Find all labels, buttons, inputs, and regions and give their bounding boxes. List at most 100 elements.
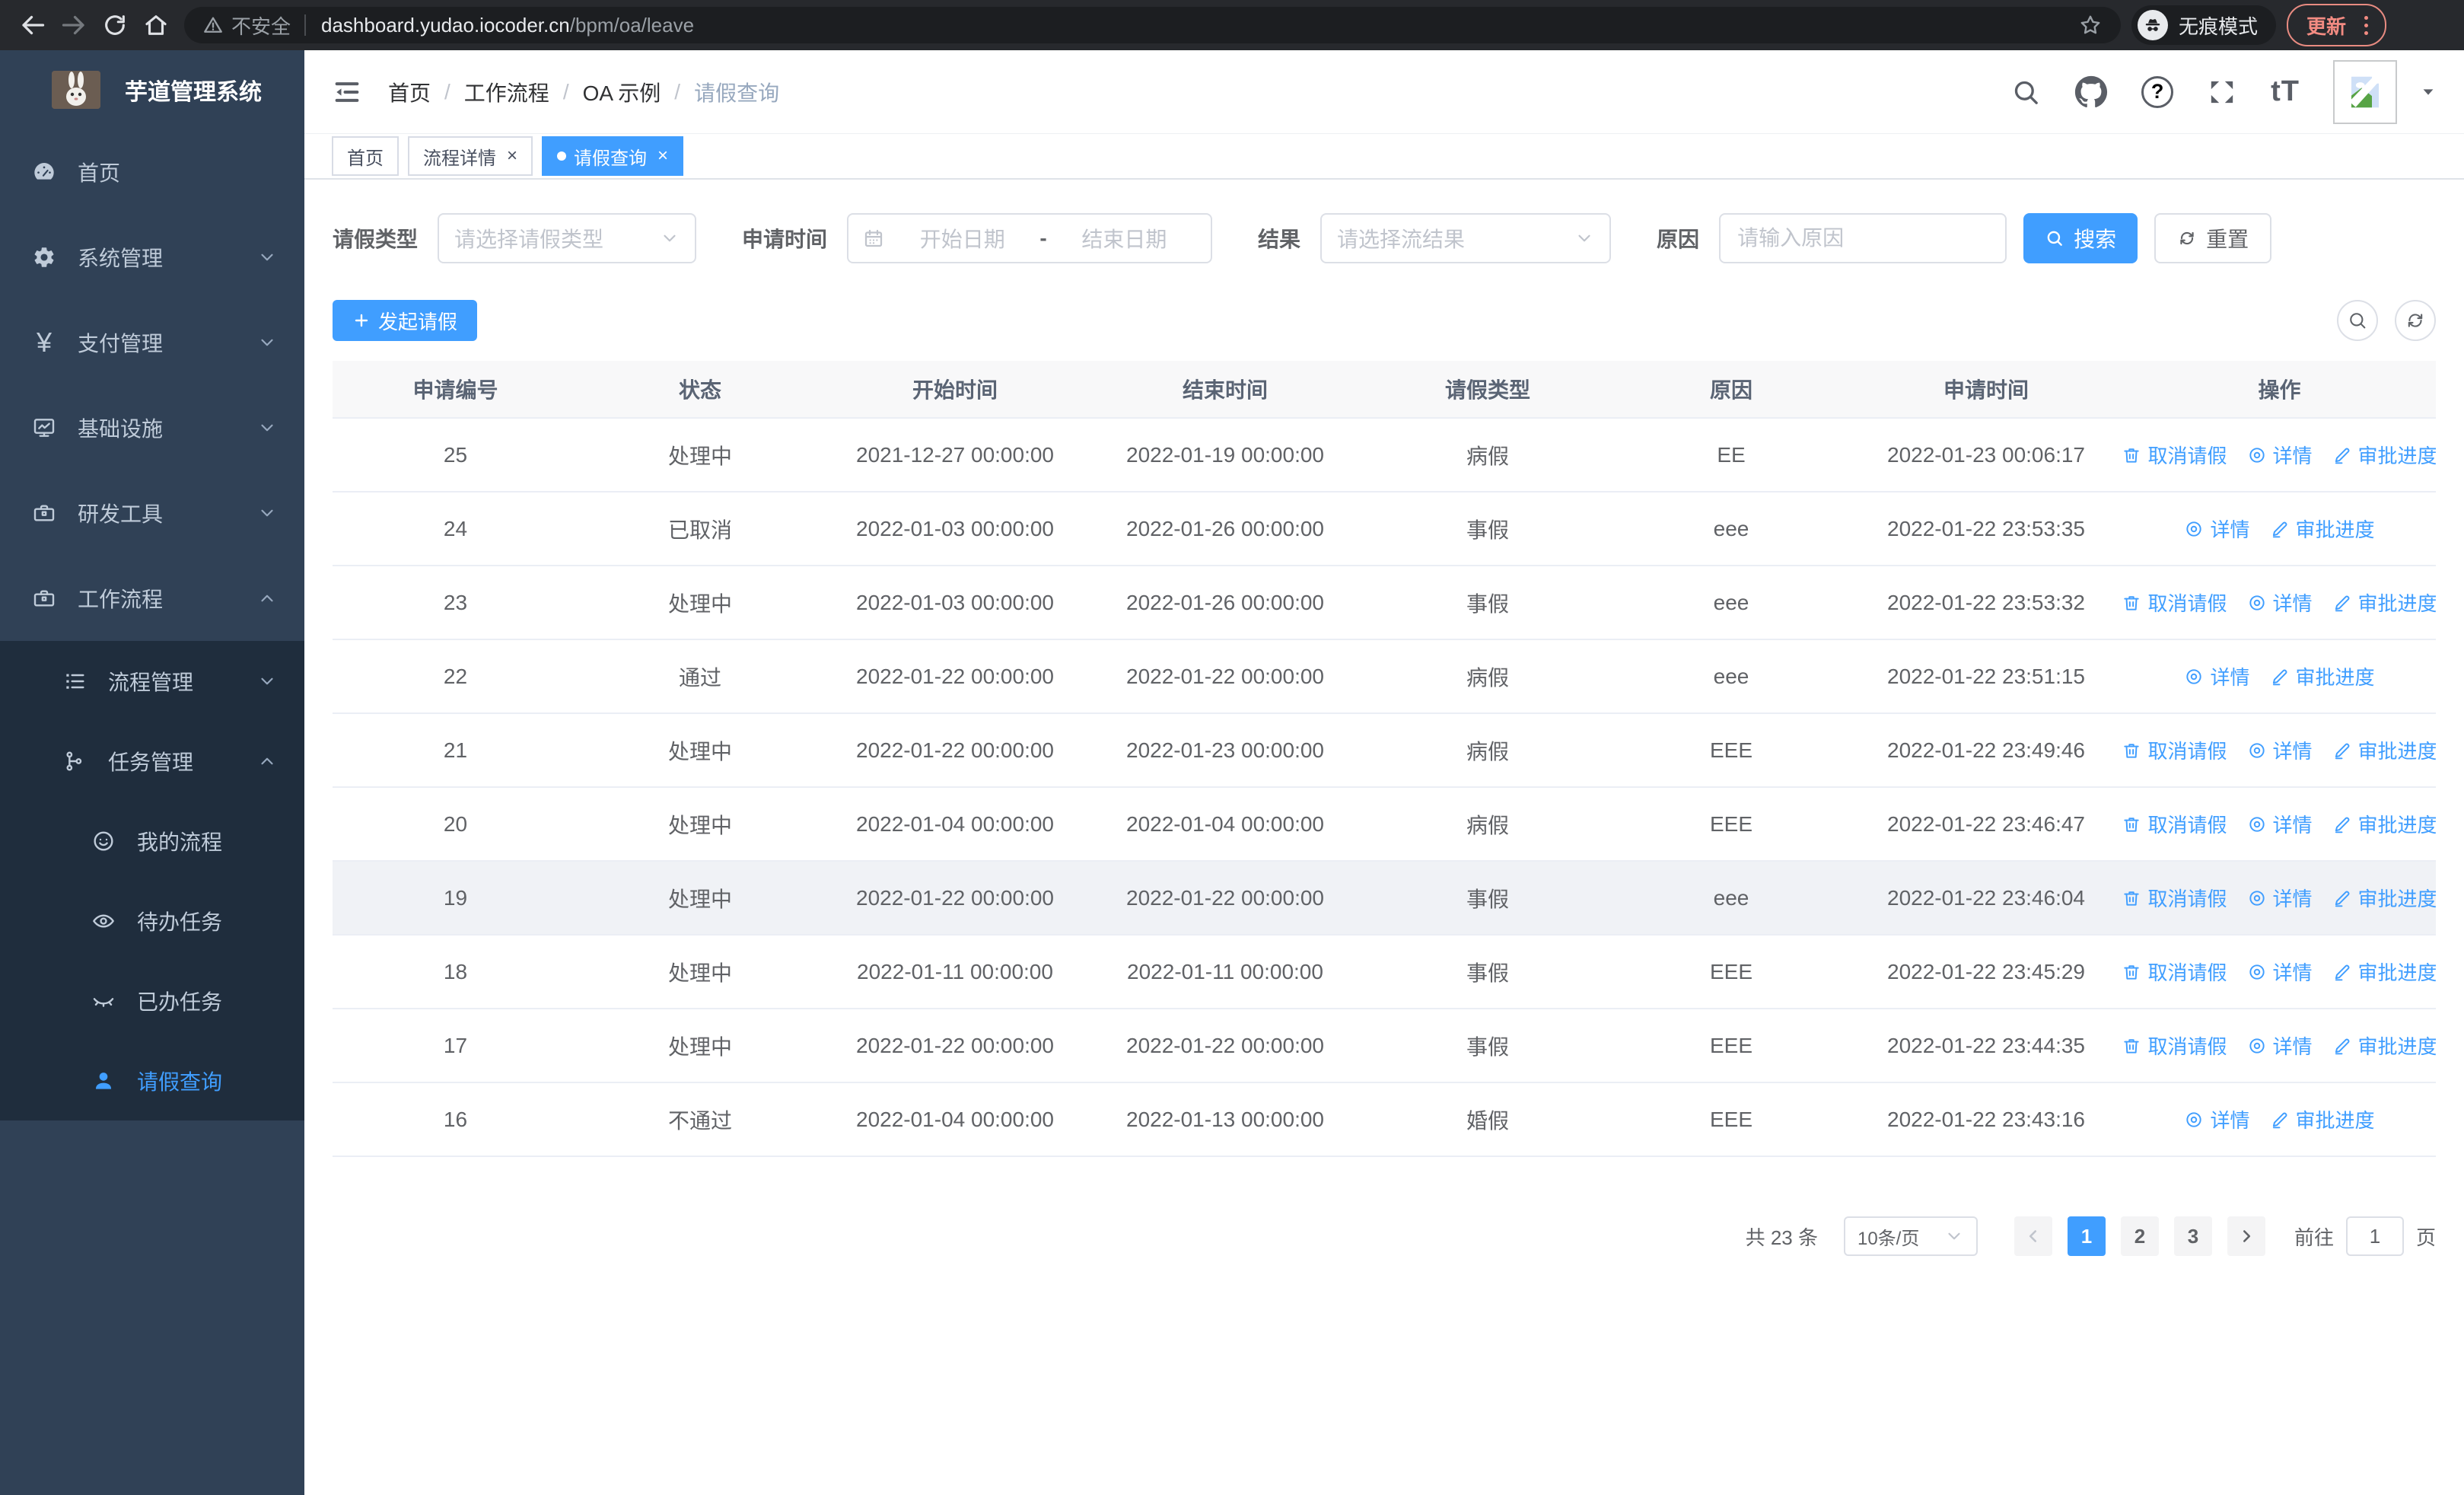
date-range-picker[interactable]: 开始日期 - 结束日期 [847,213,1213,263]
tab-leave-query[interactable]: 请假查询 × [542,136,684,176]
prev-page-button[interactable] [2014,1216,2052,1256]
fullscreen-icon[interactable] [2207,77,2237,107]
reset-button[interactable]: 重置 [2154,213,2272,263]
avatar-caret-icon[interactable] [2420,84,2437,100]
back-icon[interactable] [12,5,53,46]
approval-progress-link[interactable]: 审批进度 [2332,958,2436,986]
cell-start-time: 2022-01-22 00:00:00 [856,664,1054,688]
cell-apply-time: 2022-01-22 23:53:32 [1887,590,2085,614]
page-button-2[interactable]: 2 [2120,1216,2159,1256]
detail-link[interactable]: 详情 [2247,884,2313,912]
eye-icon [2249,964,2265,980]
sidebar-item-workflow[interactable]: 工作流程 [0,556,304,641]
pen-icon [2272,521,2287,537]
sidebar-item-my-process[interactable]: 我的流程 [0,801,304,881]
breadcrumb-item[interactable]: OA 示例 [583,77,661,107]
url-domain: dashboard.yudao.iocoder.cn [321,13,570,37]
approval-progress-link[interactable]: 审批进度 [2270,662,2375,690]
detail-link[interactable]: 详情 [2184,515,2250,543]
sidebar-item-system[interactable]: 系统管理 [0,215,304,300]
sidebar-item-dev-tools[interactable]: 研发工具 [0,470,304,556]
detail-link[interactable]: 详情 [2184,1105,2250,1133]
toggle-search-button[interactable] [2337,300,2378,341]
detail-link[interactable]: 详情 [2184,662,2250,690]
leave-type-select[interactable]: 请选择请假类型 [438,213,697,263]
cell-end-time: 2022-01-19 00:00:00 [1126,442,1324,467]
cancel-leave-link[interactable]: 取消请假 [2123,588,2227,617]
cell-reason: EEE [1709,1033,1753,1057]
next-page-button[interactable] [2227,1216,2265,1256]
date-start-placeholder[interactable]: 开始日期 [890,223,1035,253]
approval-progress-link[interactable]: 审批进度 [2332,588,2436,617]
sidebar-item-process-management[interactable]: 流程管理 [0,641,304,721]
close-icon[interactable]: × [507,145,517,167]
date-end-placeholder[interactable]: 结束日期 [1052,223,1197,253]
cancel-leave-link[interactable]: 取消请假 [2123,441,2227,469]
home-icon[interactable] [135,5,177,46]
sidebar-item-task-management[interactable]: 任务管理 [0,721,304,801]
detail-link[interactable]: 详情 [2247,958,2313,986]
refresh-table-button[interactable] [2395,300,2436,341]
help-icon[interactable]: ? [2141,75,2174,108]
goto-label: 前往 [2294,1226,2334,1249]
breadcrumb-item[interactable]: 首页 [388,77,431,107]
cell-leave-type: 婚假 [1466,1108,1509,1133]
approval-progress-link[interactable]: 审批进度 [2270,1105,2375,1133]
github-icon[interactable] [2074,75,2108,109]
cancel-leave-link[interactable]: 取消请假 [2123,736,2227,764]
search-icon[interactable] [2010,77,2041,107]
avatar[interactable] [2333,59,2397,124]
page-size-select[interactable]: 10条/页 [1843,1216,1978,1256]
cancel-leave-link[interactable]: 取消请假 [2123,1031,2227,1060]
update-button[interactable]: 更新 [2286,4,2386,46]
eye-icon [2249,447,2265,463]
reason-input[interactable] [1719,213,2007,263]
create-leave-button[interactable]: 发起请假 [333,300,478,341]
trash-icon [2124,817,2140,832]
reload-icon[interactable] [94,5,135,46]
cancel-leave-link[interactable]: 取消请假 [2123,958,2227,986]
cancel-leave-link[interactable]: 取消请假 [2123,810,2227,838]
font-size-icon[interactable]: tT [2271,75,2300,108]
breadcrumb-item[interactable]: 工作流程 [464,77,549,107]
cancel-leave-link[interactable]: 取消请假 [2123,884,2227,912]
approval-progress-link[interactable]: 审批进度 [2270,515,2375,543]
sidebar-item-leave-query[interactable]: 请假查询 [0,1041,304,1120]
detail-link[interactable]: 详情 [2247,588,2313,617]
sidebar-item-infrastructure[interactable]: 基础设施 [0,385,304,470]
close-icon[interactable]: × [657,145,668,167]
chevron-down-icon [1948,1232,1960,1240]
detail-link[interactable]: 详情 [2247,810,2313,838]
sidebar-item-payment[interactable]: ¥ 支付管理 [0,300,304,385]
sidebar-collapse-icon[interactable] [332,77,362,107]
approval-progress-link[interactable]: 审批进度 [2332,1031,2436,1060]
leave-table: 申请编号 状态 开始时间 结束时间 请假类型 原因 申请时间 操作 25 处理中… [333,361,2436,1157]
approval-progress-link[interactable]: 审批进度 [2332,884,2436,912]
sidebar-item-home[interactable]: 首页 [0,129,304,215]
detail-link[interactable]: 详情 [2247,1031,2313,1060]
browser-menu-icon[interactable] [2360,15,2373,35]
bookmark-star-icon[interactable] [2078,13,2103,37]
goto-page-input[interactable] [2345,1216,2404,1256]
detail-link[interactable]: 详情 [2247,441,2313,469]
page-button-1[interactable]: 1 [2067,1216,2106,1256]
tab-home[interactable]: 首页 [332,136,399,176]
url-path: /bpm/oa/leave [569,13,695,37]
approval-progress-link[interactable]: 审批进度 [2332,736,2436,764]
forward-icon[interactable] [53,5,94,46]
result-select[interactable]: 请选择流结果 [1320,213,1612,263]
detail-link[interactable]: 详情 [2247,736,2313,764]
sidebar-item-done-tasks[interactable]: 已办任务 [0,961,304,1041]
search-button[interactable]: 搜索 [2023,213,2138,263]
approval-progress-link[interactable]: 审批进度 [2332,810,2436,838]
cell-actions: 详情 审批进度 [2123,662,2436,690]
approval-progress-link[interactable]: 审批进度 [2332,441,2436,469]
detail-label: 详情 [2272,814,2313,837]
cell-apply-id: 23 [443,590,468,614]
tab-process-detail[interactable]: 流程详情 × [408,136,533,176]
cell-apply-id: 21 [443,738,468,762]
url-bar[interactable]: 不安全 dashboard.yudao.iocoder.cn/bpm/oa/le… [184,7,2121,43]
filter-leave-type: 请假类型 请选择请假类型 [333,213,697,263]
page-button-3[interactable]: 3 [2173,1216,2212,1256]
sidebar-item-todo-tasks[interactable]: 待办任务 [0,881,304,961]
